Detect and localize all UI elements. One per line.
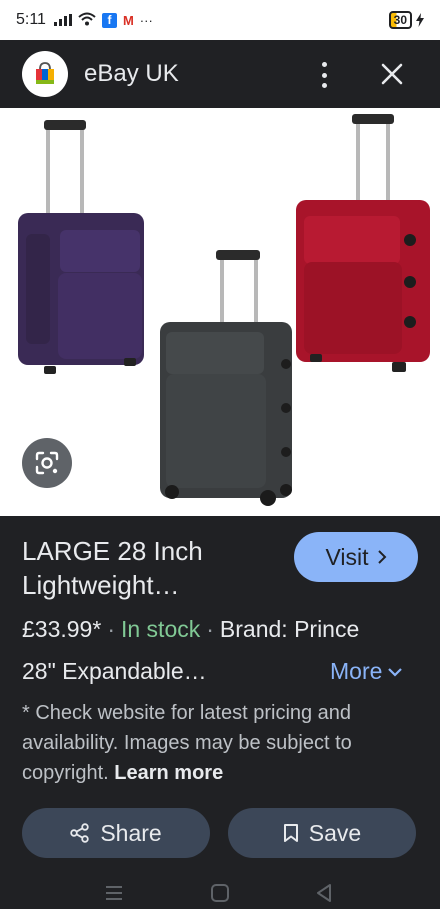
share-icon <box>70 823 90 843</box>
save-label: Save <box>308 819 362 846</box>
stock-status: In stock <box>120 616 201 642</box>
viewer-header: eBay UK <box>0 40 440 108</box>
system-nav-bar <box>0 876 440 909</box>
share-button[interactable]: Share <box>22 808 210 858</box>
more-notifications-icon: ··· <box>139 12 153 28</box>
visit-label: Visit <box>325 543 369 570</box>
bookmark-icon <box>283 824 298 842</box>
signal-icon <box>53 14 72 26</box>
status-icons: f M ··· <box>53 12 153 29</box>
more-label: More <box>330 658 383 684</box>
battery-level: 30 <box>388 11 412 29</box>
more-vert-icon[interactable] <box>316 62 332 88</box>
gmail-icon: M <box>122 12 134 28</box>
product-detail: 28" Expandable… <box>22 658 207 684</box>
site-logo[interactable] <box>22 51 68 97</box>
status-time: 5:11 <box>16 11 46 28</box>
chevron-right-icon <box>377 550 386 564</box>
close-icon[interactable] <box>378 60 406 88</box>
separator: · <box>107 616 115 642</box>
recent-apps-icon[interactable] <box>104 884 124 902</box>
purple-suitcase <box>18 120 144 374</box>
price: £33.99* <box>22 616 102 642</box>
separator: · <box>206 616 214 642</box>
disclaimer: * Check website for latest pricing and a… <box>22 698 418 788</box>
product-title[interactable]: LARGE 28 Inch Lightweight… <box>22 534 282 602</box>
back-icon[interactable] <box>314 884 334 902</box>
product-image[interactable] <box>0 108 440 516</box>
product-info-panel: LARGE 28 Inch Lightweight… Visit £33.99*… <box>0 516 440 909</box>
google-lens-button[interactable] <box>22 438 72 488</box>
facebook-icon: f <box>101 12 117 28</box>
charging-icon <box>416 13 424 27</box>
price-row: £33.99* · In stock · Brand: Prince <box>22 616 359 643</box>
chevron-down-icon <box>388 667 403 677</box>
home-icon[interactable] <box>210 884 230 902</box>
share-label: Share <box>100 819 162 846</box>
status-bar: 5:11 f M ··· 30 <box>0 0 440 40</box>
save-button[interactable]: Save <box>228 808 416 858</box>
learn-more-link[interactable]: Learn more <box>114 762 223 784</box>
ebay-bag-icon <box>36 62 54 84</box>
wifi-icon <box>78 12 96 29</box>
visit-button[interactable]: Visit <box>294 532 418 582</box>
red-suitcase <box>296 114 430 372</box>
site-name[interactable]: eBay UK <box>84 60 179 88</box>
battery-indicator: 30 <box>388 11 424 29</box>
brand: Brand: Prince <box>219 616 360 642</box>
grey-suitcase <box>160 250 292 506</box>
more-button[interactable]: More <box>330 658 403 685</box>
lens-icon <box>35 451 59 475</box>
